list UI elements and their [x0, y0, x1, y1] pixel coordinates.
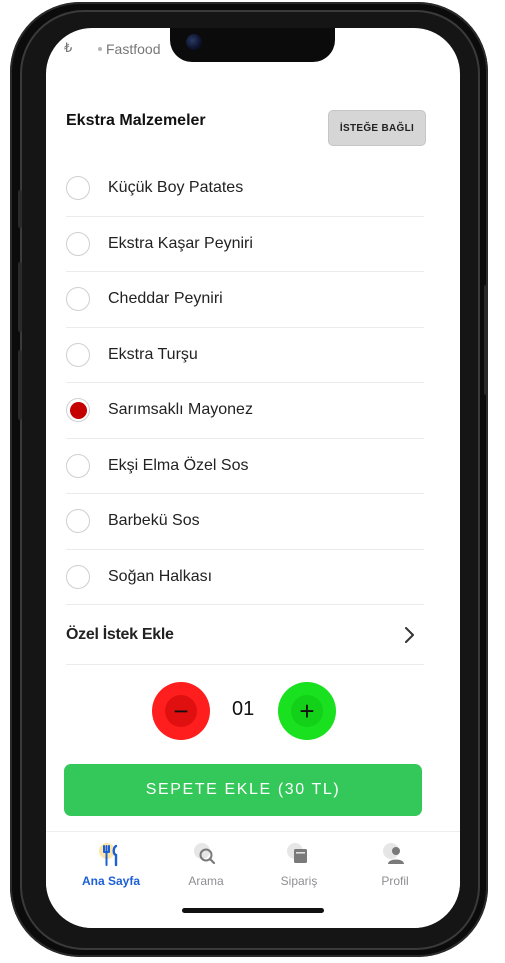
tab-orders[interactable]: Sipariş: [254, 842, 344, 888]
tab-home[interactable]: Ana Sayfa: [66, 842, 156, 888]
tab-label: Arama: [188, 874, 224, 888]
radio-dot-icon: [69, 401, 87, 419]
tab-label: Profil: [381, 874, 409, 888]
tab-bar: Ana Sayfa Arama Sipariş Profil: [46, 831, 460, 928]
option-row[interactable]: Barbekü Sos: [66, 494, 424, 550]
volume-down-button: [18, 350, 22, 420]
volume-up-button: [18, 262, 22, 332]
option-row[interactable]: Soğan Halkası: [66, 550, 424, 605]
option-row-selected[interactable]: Sarımsaklı Mayonez: [66, 383, 424, 439]
breadcrumb-separator: [98, 47, 102, 51]
special-request-row[interactable]: Özel İstek Ekle: [66, 606, 424, 665]
radio-button[interactable]: [66, 453, 90, 478]
option-label: Barbekü Sos: [108, 512, 200, 530]
profile-icon: [350, 842, 440, 868]
option-label: Ekşi Elma Özel Sos: [108, 456, 249, 474]
cutlery-icon: [66, 842, 156, 868]
currency-symbol: ₺: [64, 40, 73, 55]
camera-icon: [186, 34, 202, 50]
notch: [170, 28, 335, 62]
radio-button[interactable]: [66, 564, 90, 589]
section-title: Ekstra Malzemeler: [66, 112, 206, 129]
tab-label: Sipariş: [280, 874, 318, 888]
extras-list: Küçük Boy Patates Ekstra Kaşar Peyniri C…: [66, 161, 424, 605]
option-row[interactable]: Ekstra Turşu: [66, 328, 424, 383]
tab-label: Ana Sayfa: [81, 874, 141, 888]
radio-button[interactable]: [66, 176, 90, 201]
option-row[interactable]: Ekstra Kaşar Peyniri: [66, 217, 424, 272]
option-label: Küçük Boy Patates: [108, 179, 244, 197]
minus-icon: −: [165, 695, 197, 727]
home-indicator: [182, 908, 324, 913]
optional-badge: İSTEĞE BAĞLI: [328, 110, 426, 146]
decrease-button[interactable]: −: [152, 682, 210, 740]
option-label: Cheddar Peyniri: [108, 290, 223, 308]
power-button: [484, 285, 488, 395]
tab-search[interactable]: Arama: [161, 842, 251, 888]
mute-switch: [18, 190, 22, 228]
radio-button[interactable]: [66, 342, 90, 367]
option-label: Ekstra Turşu: [108, 345, 198, 363]
order-icon: [254, 842, 344, 868]
radio-button-selected[interactable]: [66, 398, 90, 423]
tab-profile[interactable]: Profil: [350, 842, 440, 888]
increase-button[interactable]: +: [278, 682, 336, 740]
option-row[interactable]: Küçük Boy Patates: [66, 161, 424, 217]
option-label: Ekstra Kaşar Peyniri: [108, 234, 253, 252]
option-row[interactable]: Ekşi Elma Özel Sos: [66, 439, 424, 494]
radio-button[interactable]: [66, 231, 90, 256]
quantity-stepper: − 01 +: [152, 682, 337, 742]
option-label: Sarımsaklı Mayonez: [108, 401, 253, 419]
quantity-value: 01: [232, 698, 255, 720]
option-row[interactable]: Cheddar Peyniri: [66, 272, 424, 328]
chevron-right-icon: [405, 627, 414, 643]
option-label: Soğan Halkası: [108, 567, 213, 585]
radio-button[interactable]: [66, 287, 90, 312]
breadcrumb[interactable]: Fastfood: [106, 41, 160, 57]
radio-button[interactable]: [66, 509, 90, 534]
add-to-cart-button[interactable]: SEPETE EKLE (30 TL): [64, 764, 422, 816]
app-screen: ₺ Fastfood Ekstra Malzemeler İSTEĞE BAĞL…: [46, 28, 460, 928]
search-icon: [161, 842, 251, 868]
special-request-label: Özel İstek Ekle: [66, 626, 174, 643]
plus-icon: +: [291, 695, 323, 727]
